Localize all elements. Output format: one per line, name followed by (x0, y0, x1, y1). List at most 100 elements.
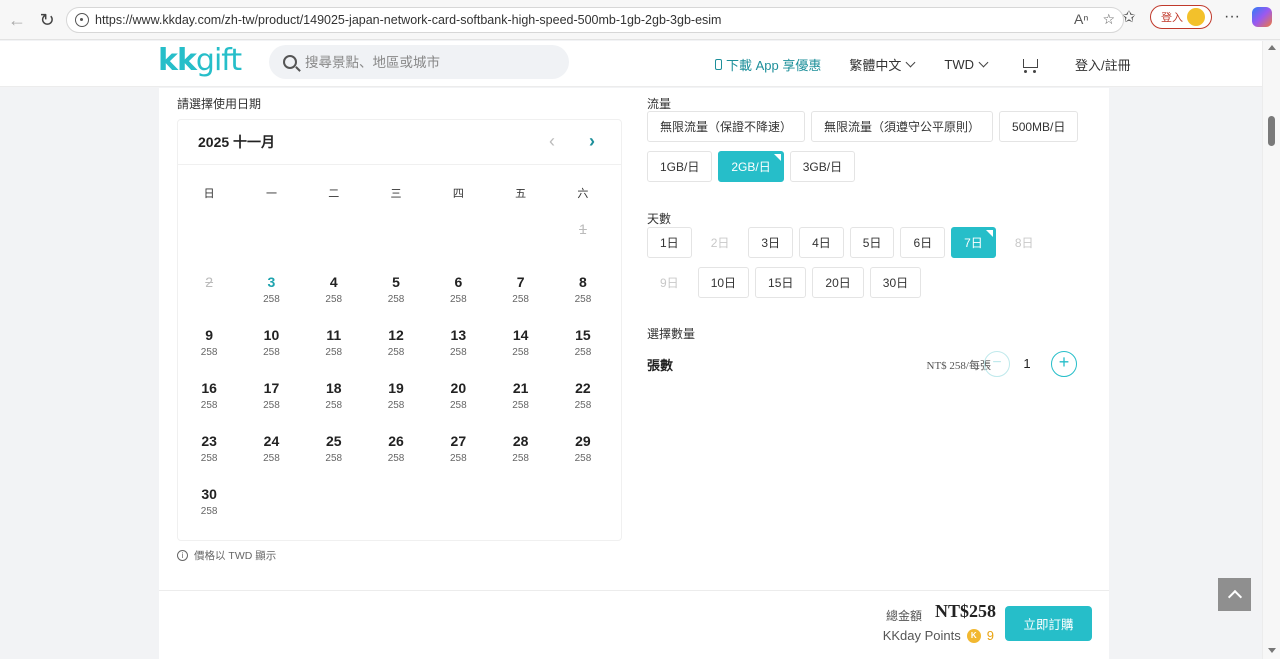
price-note-text: 價格以 TWD 顯示 (194, 550, 277, 562)
days-option[interactable]: 6日 (900, 227, 946, 258)
days-option[interactable]: 10日 (697, 267, 750, 298)
data-plan-option[interactable]: 無限流量（須遵守公平原則） (811, 111, 994, 142)
day-price: 258 (512, 294, 529, 305)
phone-icon (715, 59, 722, 70)
day-number: 7 (516, 274, 525, 290)
read-aloud-icon[interactable]: Aⁿ (1074, 11, 1088, 28)
calendar-day[interactable]: 8 258 (552, 262, 614, 315)
calendar-day[interactable]: 27 258 (427, 421, 489, 474)
data-plan-option[interactable]: 3GB/日 (789, 151, 856, 182)
calendar-day[interactable]: 21 258 (489, 368, 551, 421)
days-option[interactable]: 30日 (869, 267, 922, 298)
day-number: 28 (512, 433, 529, 449)
day-price: 258 (387, 347, 405, 358)
favorite-star-icon[interactable]: ☆ (1102, 11, 1115, 28)
calendar-day[interactable]: 14 258 (489, 315, 551, 368)
calendar-blank-cell (427, 209, 489, 262)
day-number: 6 (454, 274, 463, 290)
day-price: 258 (263, 347, 280, 358)
calendar-day[interactable]: 24 258 (240, 421, 302, 474)
days-option[interactable]: 5日 (849, 227, 895, 258)
arrow-up-icon (1227, 589, 1242, 605)
calendar-day[interactable]: 9 258 (178, 315, 240, 368)
data-plan-option[interactable]: 500MB/日 (999, 111, 1079, 142)
calendar-day[interactable]: 30 258 (178, 474, 240, 527)
calendar-day[interactable]: 29 258 (552, 421, 614, 474)
calendar-day[interactable]: 19 258 (365, 368, 427, 421)
search-box[interactable] (269, 45, 569, 79)
cart-icon[interactable] (1021, 57, 1039, 73)
calendar-day[interactable]: 20 258 (427, 368, 489, 421)
days-option[interactable]: 15日 (755, 267, 807, 298)
favorites-icon[interactable]: ✩ (1118, 7, 1140, 27)
data-plan-option[interactable]: 1GB/日 (647, 151, 713, 182)
prev-month-icon[interactable]: ‹ (549, 132, 561, 150)
scroll-thumb[interactable] (1268, 116, 1275, 146)
days-option[interactable]: 7日 (951, 227, 996, 258)
login-register-link[interactable]: 登入/註冊 (1075, 55, 1131, 74)
calendar-day[interactable]: 25 258 (303, 421, 365, 474)
day-number: 11 (326, 327, 342, 343)
days-option[interactable]: 1日 (647, 227, 692, 258)
calendar-day[interactable]: 22 258 (552, 368, 614, 421)
calendar-header: 2025 十一月 ‹ › (178, 120, 621, 165)
quantity-minus-button[interactable]: − (984, 351, 1010, 377)
currency-selector[interactable]: TWD (944, 57, 989, 72)
info-icon: i (177, 550, 188, 561)
lock-icon[interactable] (75, 13, 89, 27)
language-selector[interactable]: 繁體中文 (849, 55, 916, 74)
calendar-day[interactable]: 11 258 (303, 315, 365, 368)
day-number: 30 (201, 486, 217, 502)
profile-avatar (1187, 8, 1205, 26)
data-plan-row-1: 無限流量（保證不降速） 無限流量（須遵守公平原則） 500MB/日 (647, 111, 1079, 142)
more-icon[interactable]: ··· (1222, 8, 1242, 26)
back-to-top-button[interactable] (1218, 578, 1251, 611)
days-option[interactable]: 20日 (812, 267, 864, 298)
search-input[interactable] (305, 54, 545, 70)
page-scrollbar[interactable] (1262, 41, 1280, 659)
kkgift-logo[interactable]: kkgift (158, 43, 242, 78)
download-app-link[interactable]: 下載 App 享優惠 (715, 55, 821, 74)
scroll-up-icon[interactable] (1268, 45, 1276, 50)
days-option[interactable]: 3日 (748, 227, 794, 258)
calendar-day[interactable]: 6 258 (427, 262, 489, 315)
days-option[interactable]: 4日 (799, 227, 844, 258)
calendar-day[interactable]: 4 258 (303, 262, 365, 315)
footer-divider (159, 590, 1109, 591)
calendar-day[interactable]: 28 258 (489, 421, 551, 474)
calendar-day[interactable]: 3 258 (240, 262, 302, 315)
calendar-day[interactable]: 18 258 (303, 368, 365, 421)
data-plan-option[interactable]: 無限流量（保證不降速） (647, 111, 806, 142)
day-price: 258 (387, 294, 405, 305)
day-number: 5 (392, 274, 400, 290)
calendar-day[interactable]: 12 258 (365, 315, 427, 368)
browser-profile-button[interactable]: 登入 (1150, 5, 1212, 29)
address-bar[interactable]: https://www.kkday.com/zh-tw/product/1490… (66, 7, 1124, 33)
points-value: 9 (986, 628, 994, 643)
next-month-icon[interactable]: › (589, 132, 601, 150)
calendar-day[interactable]: 13 258 (427, 315, 489, 368)
unit-price: NT$ 258/每張 (926, 360, 991, 372)
calendar-day[interactable]: 26 258 (365, 421, 427, 474)
weekday-label: 四 (452, 188, 464, 200)
quantity-plus-button[interactable]: + (1051, 351, 1077, 377)
day-price: 258 (325, 453, 343, 464)
calendar-day[interactable]: 10 258 (240, 315, 302, 368)
data-plan-option[interactable]: 2GB/日 (718, 151, 784, 182)
search-icon (283, 55, 297, 69)
calendar-day[interactable]: 5 258 (365, 262, 427, 315)
calendar-day[interactable]: 15 258 (552, 315, 614, 368)
book-now-button[interactable]: 立即訂購 (1005, 606, 1092, 641)
copilot-icon[interactable] (1252, 7, 1272, 27)
day-number: 24 (263, 433, 280, 449)
calendar-day[interactable]: 16 258 (178, 368, 240, 421)
calendar-day[interactable]: 23 258 (178, 421, 240, 474)
days-row-1: 1日 2日 3日 4日 5日 6日 7日 8日 (647, 227, 1047, 258)
calendar-day[interactable]: 7 258 (489, 262, 551, 315)
refresh-icon[interactable]: ↻ (32, 5, 62, 35)
day-price: 258 (512, 347, 529, 358)
back-icon[interactable]: ← (2, 5, 32, 35)
calendar-day[interactable]: 17 258 (240, 368, 302, 421)
scroll-down-icon[interactable] (1268, 648, 1276, 653)
day-price: 258 (263, 294, 280, 305)
